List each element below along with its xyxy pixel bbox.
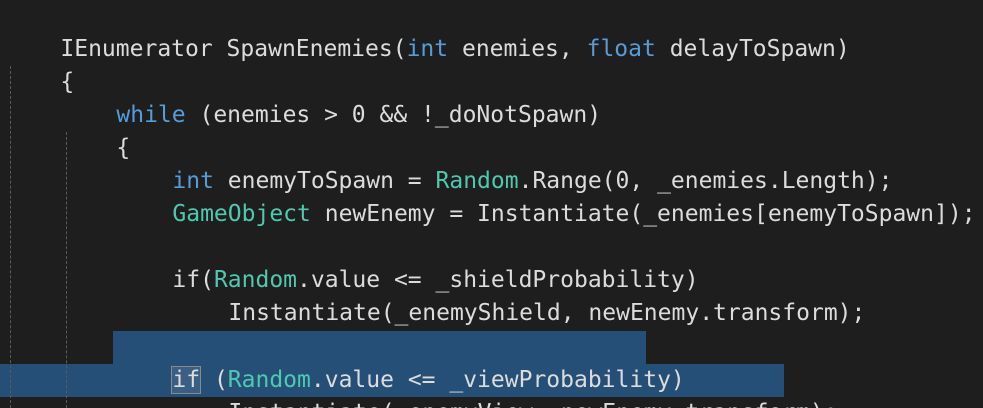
code-line-6: GameObject newEnemy = Instantiate(_enemi… [117, 165, 975, 227]
code-line-12: Instantiate(_enemyView, newEnemy.transfo… [173, 364, 837, 408]
code-line-5: int enemyToSpawn = Random.Range(0, _enem… [117, 132, 892, 194]
code-type: GameObject [172, 201, 311, 227]
code-keyword: float [586, 36, 656, 62]
code-line-9: Instantiate(_enemyShield, newEnemy.trans… [173, 264, 865, 326]
code-line-1: IEnumerator SpawnEnemies(int enemies, fl… [5, 0, 849, 62]
code-line-8: if(Random.value <= _shieldProbability) [117, 231, 698, 293]
code-token: Instantiate(_enemyShield, newEnemy.trans… [228, 300, 866, 326]
code-line-11: if (Random.value <= _viewProbability) [117, 331, 685, 394]
code-token: Instantiate(_enemyView, newEnemy.transfo… [228, 400, 837, 408]
code-token: (enemies > 0 && !_doNotSpawn) [185, 102, 602, 128]
code-token: newEnemy = Instantiate(_enemies[enemyToS… [310, 201, 976, 227]
code-token: IEnumerator SpawnEnemies( [60, 36, 407, 62]
code-line-4: { [61, 99, 130, 161]
code-token: delayToSpawn) [655, 36, 850, 62]
code-token: enemies, [448, 36, 587, 62]
code-line-2: { [5, 33, 74, 95]
code-line-3: while (enemies > 0 && !_doNotSpawn) [61, 66, 601, 128]
code-editor[interactable]: IEnumerator SpawnEnemies(int enemies, fl… [0, 0, 983, 408]
code-keyword: int [406, 36, 449, 62]
